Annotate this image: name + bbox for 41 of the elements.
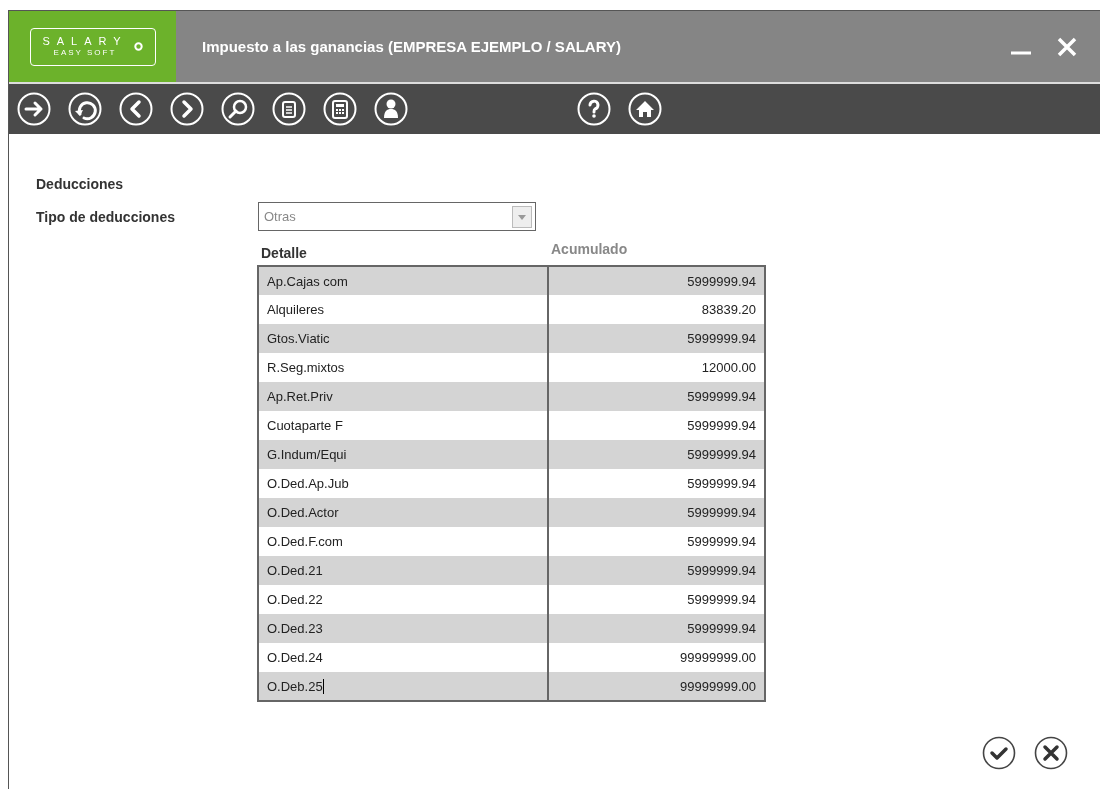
table-cell: 99999999.00 xyxy=(548,643,765,672)
table-cell: 83839.20 xyxy=(548,295,765,324)
table-cell: 5999999.94 xyxy=(548,411,765,440)
chevron-left-icon[interactable] xyxy=(119,92,153,126)
table-cell[interactable]: O.Deb.25 xyxy=(258,672,548,701)
table-cell: 12000.00 xyxy=(548,353,765,382)
table-cell: 5999999.94 xyxy=(548,585,765,614)
table-cell: 5999999.94 xyxy=(548,527,765,556)
field-label: Tipo de deducciones xyxy=(36,208,176,225)
confirm-icon[interactable] xyxy=(982,736,1016,770)
table-cell[interactable]: O.Ded.23 xyxy=(258,614,548,643)
table-cell: 5999999.94 xyxy=(548,324,765,353)
section-title: Deducciones xyxy=(36,176,125,192)
undo-icon[interactable] xyxy=(68,92,102,126)
cancel-icon[interactable] xyxy=(1034,736,1068,770)
search-icon[interactable] xyxy=(221,92,255,126)
chevron-right-icon[interactable] xyxy=(170,92,204,126)
table-cell[interactable]: Ap.Cajas com xyxy=(258,266,548,295)
person-icon[interactable] xyxy=(374,92,408,126)
window-title: Impuesto a las ganancias (EMPRESA EJEMPLO / SALARY) xyxy=(202,38,622,55)
table-cell: 5999999.94 xyxy=(548,382,765,411)
table-cell: 5999999.94 xyxy=(548,440,765,469)
table-cell[interactable]: O.Ded.Actor xyxy=(258,498,548,527)
table-cell: 99999999.00 xyxy=(548,672,765,701)
logo: SALARY EASY SOFT xyxy=(29,27,156,66)
table-cell[interactable]: O.Ded.21 xyxy=(258,556,548,585)
table-cell: 5999999.94 xyxy=(548,469,765,498)
column-header: Acumulado xyxy=(551,241,628,259)
table-cell[interactable]: Gtos.Viatic xyxy=(258,324,548,353)
column-header: Detalle xyxy=(260,245,308,261)
table-cell[interactable]: Ap.Ret.Priv xyxy=(258,382,548,411)
home-icon[interactable] xyxy=(628,92,662,126)
arrow-right-icon[interactable] xyxy=(17,92,51,126)
table-cell: 5999999.94 xyxy=(548,614,765,643)
table-cell: 5999999.94 xyxy=(548,266,765,295)
table-cell: 5999999.94 xyxy=(548,498,765,527)
document-icon[interactable] xyxy=(272,92,306,126)
calculator-icon[interactable] xyxy=(323,92,357,126)
table-cell[interactable]: G.Indum/Equi xyxy=(258,440,548,469)
table-cell: 5999999.94 xyxy=(548,556,765,585)
help-icon[interactable] xyxy=(577,92,611,126)
